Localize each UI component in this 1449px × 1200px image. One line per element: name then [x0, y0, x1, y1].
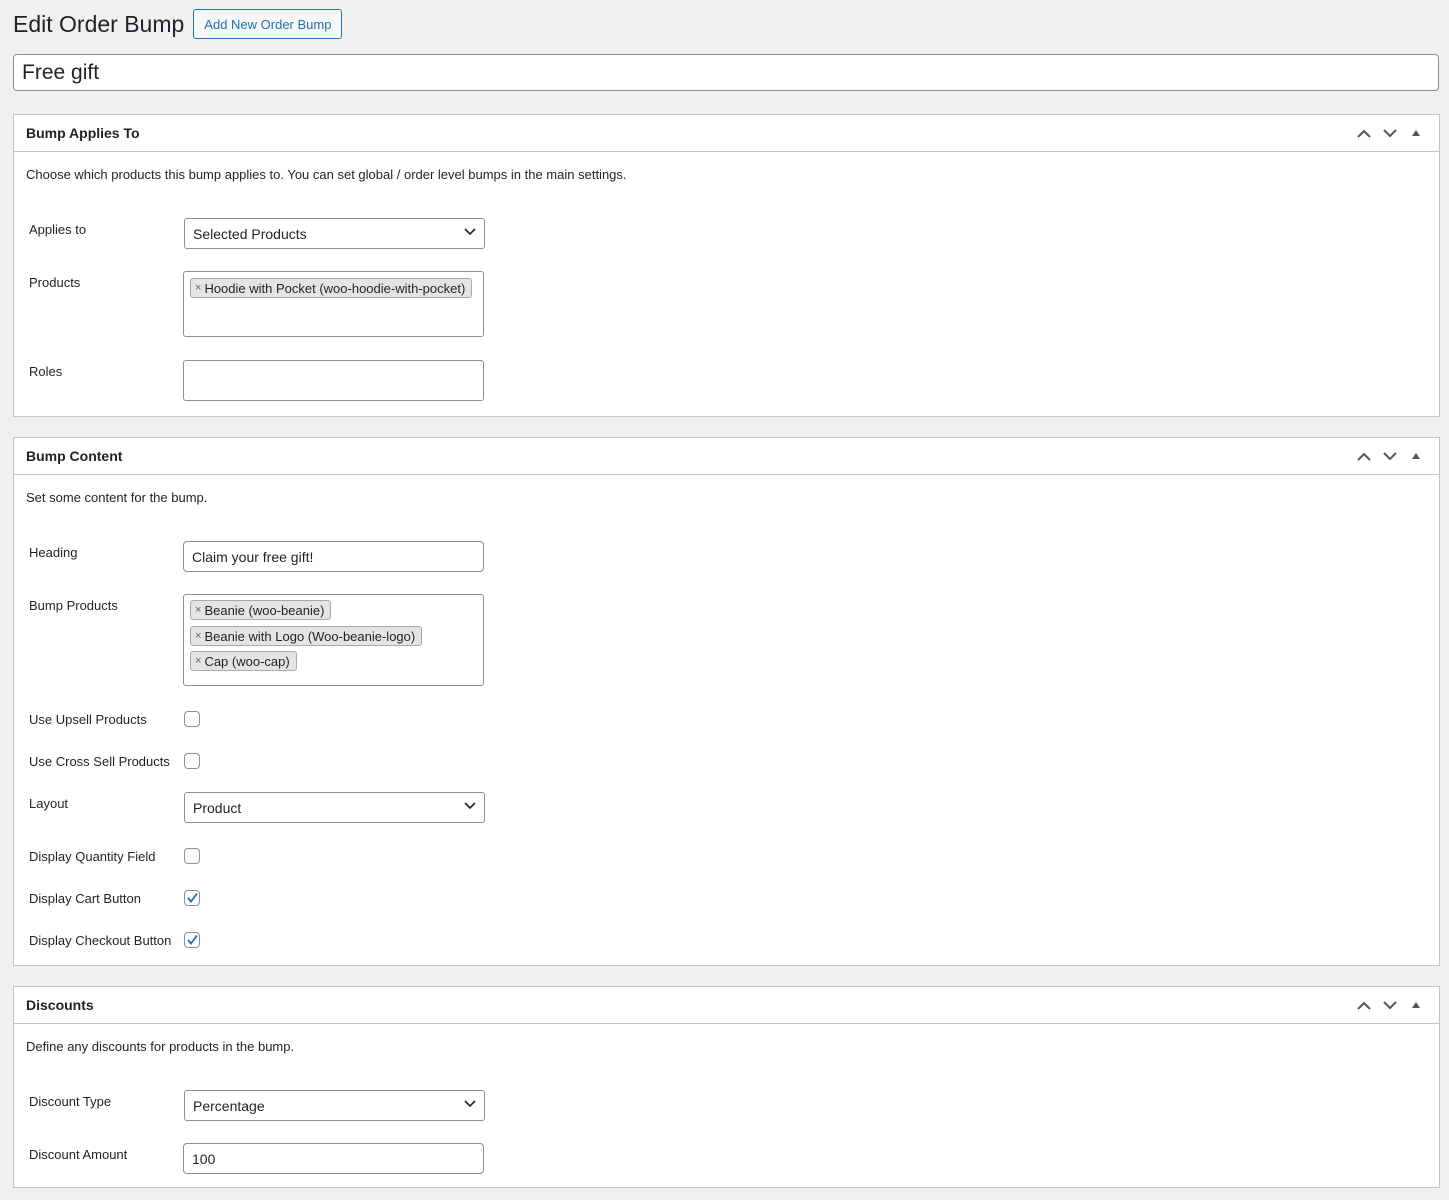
panel-header: Bump Content	[14, 438, 1439, 475]
discounts-panel: Discounts Define any discounts for produ…	[13, 986, 1440, 1188]
chevron-down-icon	[464, 228, 476, 236]
chevron-up-icon[interactable]	[1353, 445, 1375, 467]
page-header: Edit Order Bump Add New Order Bump	[13, 9, 343, 39]
discount-amount-label: Discount Amount	[29, 1147, 128, 1162]
layout-value: Product	[193, 799, 242, 816]
applies-to-label: Applies to	[29, 222, 87, 237]
heading-input[interactable]	[183, 541, 484, 572]
products-multiselect[interactable]: × Hoodie with Pocket (woo-hoodie-with-po…	[183, 271, 484, 337]
display-checkout-label: Display Checkout Button	[29, 933, 172, 948]
display-cart-label: Display Cart Button	[29, 891, 141, 906]
checkmark-icon	[187, 892, 198, 903]
product-chip: × Beanie (woo-beanie)	[190, 600, 332, 620]
discount-type-label: Discount Type	[29, 1094, 112, 1109]
remove-chip-icon[interactable]: ×	[195, 630, 201, 642]
chip-label: Beanie (woo-beanie)	[204, 602, 325, 618]
chevron-down-icon[interactable]	[1379, 445, 1401, 467]
panel-handle-actions	[1353, 994, 1427, 1016]
panel-handle-actions	[1353, 445, 1427, 467]
bump-products-multiselect[interactable]: × Beanie (woo-beanie) × Beanie with Logo…	[183, 594, 484, 686]
bump-applies-to-panel: Bump Applies To Choose which products th…	[13, 114, 1440, 417]
use-upsell-label: Use Upsell Products	[29, 712, 147, 727]
checkmark-icon	[187, 934, 198, 945]
product-chip: × Cap (woo-cap)	[190, 651, 297, 671]
use-cross-sell-checkbox[interactable]	[184, 753, 200, 769]
display-quantity-checkbox[interactable]	[184, 848, 200, 864]
chevron-up-icon[interactable]	[1353, 994, 1375, 1016]
panel-description: Set some content for the bump.	[26, 490, 208, 505]
discount-type-value: Percentage	[193, 1097, 265, 1114]
panel-title: Bump Content	[26, 448, 123, 464]
product-chip: × Beanie with Logo (Woo-beanie-logo)	[190, 626, 423, 646]
chevron-down-icon	[464, 802, 476, 810]
post-title-input[interactable]	[13, 54, 1439, 91]
panel-handle-actions	[1353, 122, 1427, 144]
layout-label: Layout	[29, 796, 69, 811]
display-cart-checkbox[interactable]	[184, 890, 200, 906]
chip-label: Cap (woo-cap)	[204, 653, 290, 669]
panel-description: Define any discounts for products in the…	[26, 1039, 295, 1054]
triangle-up-icon[interactable]	[1405, 445, 1427, 467]
use-upsell-checkbox[interactable]	[184, 711, 200, 727]
chip-label: Beanie with Logo (Woo-beanie-logo)	[204, 628, 416, 644]
display-quantity-label: Display Quantity Field	[29, 849, 156, 864]
remove-chip-icon[interactable]: ×	[195, 604, 201, 616]
panel-title: Bump Applies To	[26, 125, 140, 141]
use-cross-sell-label: Use Cross Sell Products	[29, 754, 170, 769]
display-checkout-checkbox[interactable]	[184, 932, 200, 948]
heading-label: Heading	[29, 545, 78, 560]
remove-chip-icon[interactable]: ×	[195, 282, 201, 294]
applies-to-value: Selected Products	[193, 225, 307, 242]
chevron-down-icon[interactable]	[1379, 122, 1401, 144]
products-label: Products	[29, 275, 81, 290]
applies-to-select[interactable]: Selected Products	[184, 218, 485, 249]
product-chip: × Hoodie with Pocket (woo-hoodie-with-po…	[190, 278, 473, 298]
roles-multiselect[interactable]	[183, 360, 484, 401]
bump-content-panel: Bump Content Set some content for the bu…	[13, 437, 1440, 966]
page-title: Edit Order Bump	[13, 11, 185, 37]
chip-label: Hoodie with Pocket (woo-hoodie-with-pock…	[204, 280, 466, 296]
panel-header: Discounts	[14, 987, 1439, 1024]
discount-type-select[interactable]: Percentage	[184, 1090, 485, 1121]
bump-products-label: Bump Products	[29, 598, 118, 613]
remove-chip-icon[interactable]: ×	[195, 655, 201, 667]
discount-amount-input[interactable]	[183, 1143, 484, 1174]
chevron-down-icon[interactable]	[1379, 994, 1401, 1016]
layout-select[interactable]: Product	[184, 792, 485, 823]
chevron-up-icon[interactable]	[1353, 122, 1375, 144]
panel-header: Bump Applies To	[14, 115, 1439, 152]
panel-description: Choose which products this bump applies …	[26, 167, 627, 182]
roles-label: Roles	[29, 364, 63, 379]
triangle-up-icon[interactable]	[1405, 122, 1427, 144]
chevron-down-icon	[464, 1100, 476, 1108]
add-new-order-bump-button[interactable]: Add New Order Bump	[193, 9, 343, 39]
triangle-up-icon[interactable]	[1405, 994, 1427, 1016]
panel-title: Discounts	[26, 997, 94, 1013]
